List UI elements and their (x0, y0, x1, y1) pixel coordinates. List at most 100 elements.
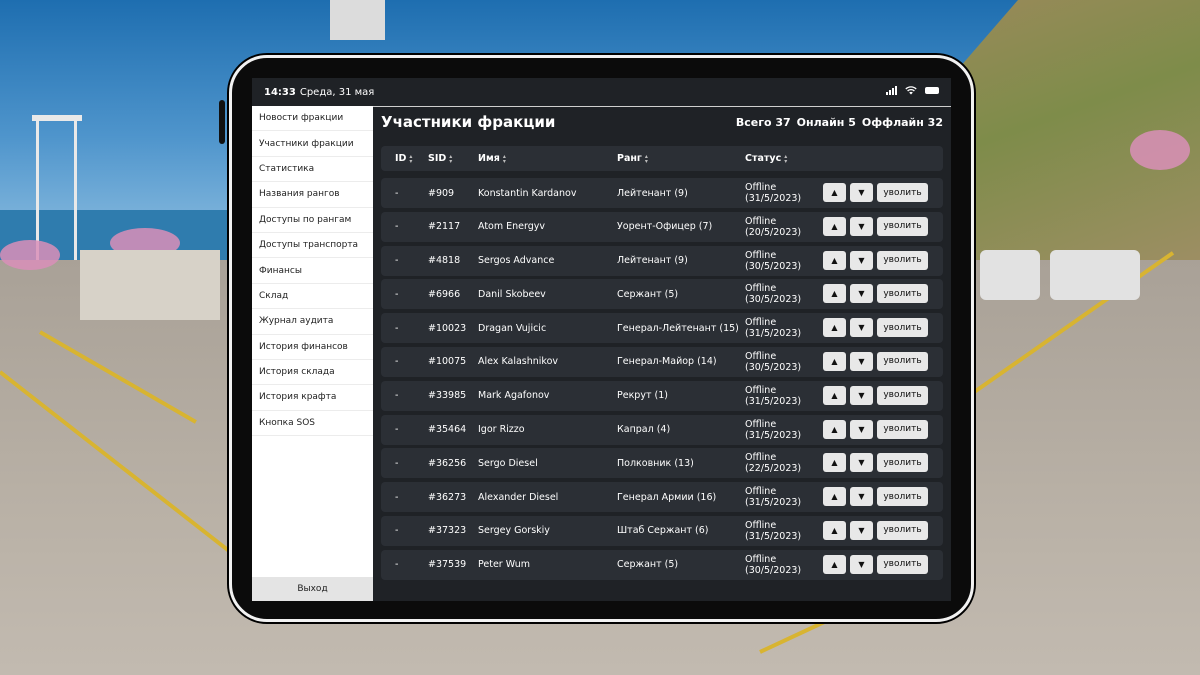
member-name: Sergos Advance (478, 255, 555, 267)
promote-button[interactable]: ▲ (823, 554, 846, 574)
sidebar-item-warehouse-history[interactable]: История склада (252, 360, 373, 386)
fire-button[interactable]: уволить (877, 284, 928, 304)
arrow-down-icon: ▼ (858, 559, 865, 569)
arrow-down-icon: ▼ (858, 356, 865, 366)
demote-button[interactable]: ▼ (850, 453, 873, 473)
sidebar-item-rank-access[interactable]: Доступы по рангам (252, 208, 373, 233)
member-rank: Сержант (5) (617, 288, 679, 300)
last-seen-date: (30/5/2023) (745, 564, 802, 576)
last-seen-date: (31/5/2023) (745, 429, 802, 441)
fire-button[interactable]: уволить (877, 453, 928, 473)
sidebar-item-statistics[interactable]: Статистика (252, 157, 373, 183)
online-count: Онлайн 5 (796, 116, 856, 129)
table-row: - #35464 Igor Rizzo Капрал (4) Offline (31/5/… (381, 414, 943, 445)
signal-icon (886, 86, 897, 95)
promote-button[interactable]: ▲ (823, 284, 846, 304)
tablet-screen: 14:33 Среда, 31 мая Новости фракции Учас… (252, 78, 951, 601)
member-name: Alex Kalashnikov (478, 356, 559, 368)
demote-button[interactable]: ▼ (850, 183, 873, 202)
promote-button[interactable]: ▲ (823, 487, 846, 507)
fire-button[interactable]: уволить (877, 520, 928, 540)
fire-button[interactable]: уволить (877, 318, 928, 338)
demote-button[interactable]: ▼ (850, 520, 873, 540)
sort-icon: ▴ ▾ (502, 152, 506, 165)
member-id: - (395, 255, 399, 267)
fire-button[interactable]: уволить (877, 250, 928, 270)
sidebar: Новости фракции Участники фракции Статис… (252, 106, 373, 601)
column-header-rank[interactable]: Ранг ▴ ▾ (617, 153, 648, 164)
promote-button[interactable]: ▲ (823, 419, 846, 439)
demote-button[interactable]: ▼ (850, 385, 873, 405)
page-title: Участники фракции (381, 113, 556, 131)
sidebar-item-warehouse[interactable]: Склад (252, 284, 373, 310)
status-text: Offline (745, 486, 777, 498)
battery-icon (925, 87, 939, 94)
demote-button[interactable]: ▼ (850, 250, 873, 270)
member-status: Offline (31/5/2023) (745, 313, 801, 343)
sidebar-item-rank-names[interactable]: Названия рангов (252, 182, 373, 208)
fire-button[interactable]: уволить (877, 487, 928, 507)
row-actions: ▲ ▼ уволить (823, 351, 928, 371)
member-name: Mark Agafonov (478, 390, 550, 402)
arrow-down-icon: ▼ (858, 289, 865, 299)
members-table: - #909 Konstantin Kardanov Лейтенант (9) Off… (381, 178, 943, 584)
last-seen-date: (31/5/2023) (745, 530, 802, 542)
status-text: Offline (745, 384, 777, 396)
sidebar-item-sos[interactable]: Кнопка SOS (252, 411, 373, 437)
sidebar-item-finances[interactable]: Финансы (252, 258, 373, 284)
column-header-status[interactable]: Статус ▴ ▾ (745, 153, 787, 164)
column-header-name[interactable]: Имя ▴ ▾ (478, 153, 506, 164)
sidebar-item-vehicle-access[interactable]: Доступы транспорта (252, 233, 373, 259)
arrow-up-icon: ▲ (831, 525, 838, 535)
member-status: Offline (30/5/2023) (745, 246, 801, 276)
promote-button[interactable]: ▲ (823, 385, 846, 405)
demote-button[interactable]: ▼ (850, 419, 873, 439)
row-actions: ▲ ▼ уволить (823, 487, 928, 507)
last-seen-date: (30/5/2023) (745, 294, 802, 306)
column-header-sid[interactable]: SID ▴ ▾ (428, 153, 452, 164)
sidebar-item-craft-history[interactable]: История крафта (252, 385, 373, 411)
fire-button[interactable]: уволить (877, 351, 928, 371)
member-counts: Всего 37 Онлайн 5 Оффлайн 32 (736, 116, 943, 129)
fire-button[interactable]: уволить (877, 183, 928, 202)
demote-button[interactable]: ▼ (850, 351, 873, 371)
member-rank: Сержант (5) (617, 559, 679, 571)
fire-button[interactable]: уволить (877, 216, 928, 236)
demote-button[interactable]: ▼ (850, 284, 873, 304)
demote-button[interactable]: ▼ (850, 554, 873, 574)
sidebar-item-finance-history[interactable]: История финансов (252, 335, 373, 360)
promote-button[interactable]: ▲ (823, 250, 846, 270)
promote-button[interactable]: ▲ (823, 216, 846, 236)
promote-button[interactable]: ▲ (823, 520, 846, 540)
member-status: Offline (30/5/2023) (745, 550, 801, 580)
row-actions: ▲ ▼ уволить (823, 419, 928, 439)
promote-button[interactable]: ▲ (823, 351, 846, 371)
member-status: Offline (30/5/2023) (745, 279, 801, 309)
demote-button[interactable]: ▼ (850, 216, 873, 236)
promote-button[interactable]: ▲ (823, 183, 846, 202)
last-seen-date: (30/5/2023) (745, 260, 802, 272)
sidebar-item-news[interactable]: Новости фракции (252, 106, 373, 132)
demote-button[interactable]: ▼ (850, 487, 873, 507)
demote-button[interactable]: ▼ (850, 318, 873, 338)
fire-button[interactable]: уволить (877, 554, 928, 574)
sidebar-item-audit-log[interactable]: Журнал аудита (252, 309, 373, 335)
logout-button[interactable]: Выход (252, 577, 373, 601)
member-status: Offline (31/5/2023) (745, 516, 801, 546)
tablet-side-button (219, 100, 225, 144)
column-header-id[interactable]: ID ▴ ▾ (395, 153, 412, 164)
arrow-down-icon: ▼ (858, 323, 865, 333)
fire-button[interactable]: уволить (877, 419, 928, 439)
last-seen-date: (31/5/2023) (745, 497, 802, 509)
promote-button[interactable]: ▲ (823, 453, 846, 473)
arrow-up-icon: ▲ (831, 492, 838, 502)
sidebar-item-members[interactable]: Участники фракции (252, 131, 373, 157)
promote-button[interactable]: ▲ (823, 318, 846, 338)
main-panel: Участники фракции Всего 37 Онлайн 5 Оффл… (373, 106, 951, 601)
arrow-down-icon: ▼ (858, 525, 865, 535)
fire-button[interactable]: уволить (877, 385, 928, 405)
arrow-up-icon: ▲ (831, 559, 838, 569)
last-seen-date: (22/5/2023) (745, 463, 802, 475)
member-status: Offline (31/5/2023) (745, 415, 801, 445)
arrow-down-icon: ▼ (858, 255, 865, 265)
